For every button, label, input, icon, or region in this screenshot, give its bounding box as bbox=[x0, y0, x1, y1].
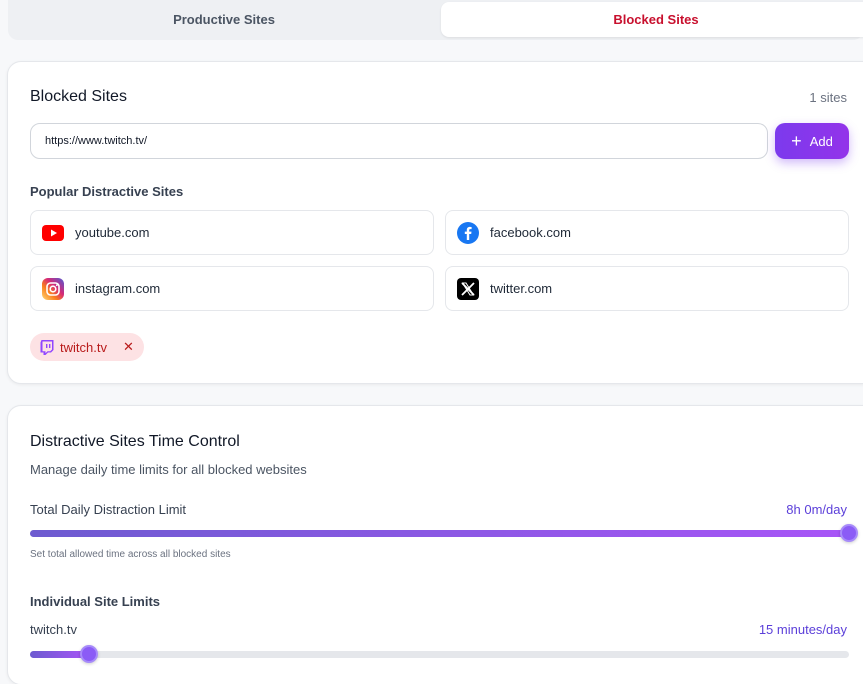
site-limit-label: twitch.tv bbox=[30, 622, 77, 637]
blocked-sites-card: Blocked Sites 1 sites + Add Popular Dist… bbox=[7, 61, 863, 384]
twitch-icon bbox=[40, 339, 54, 355]
total-limit-slider[interactable] bbox=[30, 524, 858, 542]
facebook-icon bbox=[456, 221, 480, 245]
popular-site-twitter[interactable]: twitter.com bbox=[445, 266, 849, 311]
time-control-title: Distractive Sites Time Control bbox=[30, 433, 240, 450]
time-control-card: Distractive Sites Time Control Manage da… bbox=[7, 405, 863, 684]
total-limit-label: Total Daily Distraction Limit bbox=[30, 502, 187, 517]
plus-icon: + bbox=[791, 131, 802, 151]
blocked-site-chip: twitch.tv ✕ bbox=[30, 333, 144, 361]
popular-site-label: twitter.com bbox=[490, 281, 553, 296]
popular-site-instagram[interactable]: instagram.com bbox=[30, 266, 434, 311]
total-limit-value: 8h 0m/day bbox=[786, 502, 847, 517]
instagram-icon bbox=[41, 277, 65, 301]
popular-site-label: facebook.com bbox=[490, 225, 571, 240]
popular-site-facebook[interactable]: facebook.com bbox=[445, 210, 849, 255]
popular-site-youtube[interactable]: youtube.com bbox=[30, 210, 434, 255]
blocked-sites-title: Blocked Sites bbox=[30, 88, 127, 105]
total-limit-fill bbox=[30, 530, 849, 537]
popular-site-label: instagram.com bbox=[75, 281, 161, 296]
x-twitter-icon bbox=[456, 277, 480, 301]
blocked-count: 1 sites bbox=[809, 90, 847, 105]
tab-blocked-sites[interactable]: Blocked Sites bbox=[441, 2, 863, 37]
popular-sites-title: Popular Distractive Sites bbox=[30, 184, 184, 199]
remove-chip-button[interactable]: ✕ bbox=[123, 339, 134, 355]
time-control-description: Manage daily time limits for all blocked… bbox=[30, 462, 307, 477]
add-button[interactable]: + Add bbox=[775, 123, 849, 159]
tab-productive-sites[interactable]: Productive Sites bbox=[8, 2, 440, 37]
individual-limits-title: Individual Site Limits bbox=[30, 594, 161, 609]
url-input[interactable] bbox=[30, 123, 768, 159]
total-limit-hint: Set total allowed time across all blocke… bbox=[30, 549, 231, 560]
site-limit-value: 15 minutes/day bbox=[758, 622, 847, 637]
tab-bar: Productive Sites Blocked Sites bbox=[8, 0, 863, 40]
total-limit-thumb[interactable] bbox=[840, 524, 858, 542]
site-limit-slider[interactable] bbox=[30, 645, 849, 663]
blocked-site-chip-label: twitch.tv bbox=[60, 339, 107, 355]
youtube-icon bbox=[41, 221, 65, 245]
site-limit-thumb[interactable] bbox=[79, 645, 98, 663]
add-button-label: Add bbox=[809, 133, 833, 149]
popular-site-label: youtube.com bbox=[75, 225, 150, 240]
